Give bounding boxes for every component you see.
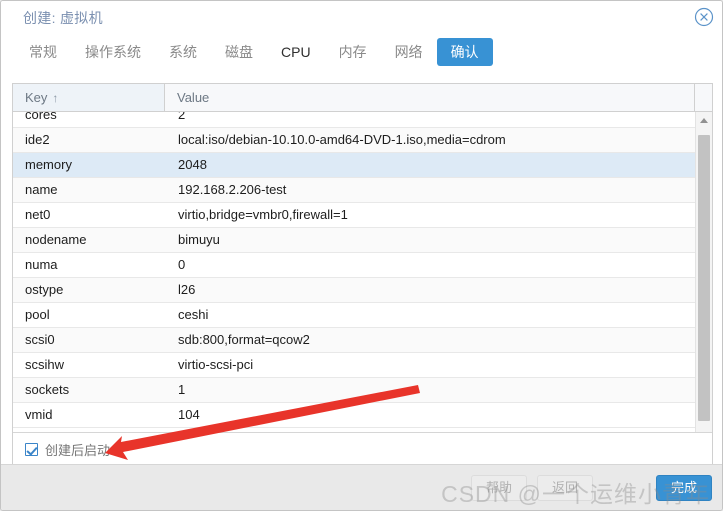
row-key: name (25, 182, 58, 197)
row-value: 104 (178, 407, 200, 422)
panel-footer-options: 创建后启动 (13, 432, 712, 464)
row-value: bimuyu (178, 232, 220, 247)
table-row[interactable]: ide2 local:iso/debian-10.10.0-amd64-DVD-… (13, 128, 695, 153)
row-key: scsi0 (25, 332, 55, 347)
row-value: 0 (178, 257, 186, 272)
row-key: ide2 (25, 132, 50, 147)
grid-rows: cores 2 ide2 local:iso/debian-10.10.0-am… (13, 112, 695, 428)
row-key: scsihw (25, 357, 65, 372)
row-key: net0 (25, 207, 51, 222)
column-header-key-label: Key (25, 90, 48, 105)
dialog-footer: 帮助 返回 完成 (1, 464, 722, 510)
row-key: vmid (25, 407, 53, 422)
create-vm-dialog: 创建: 虚拟机 常规 操作系统 系统 磁盘 CPU 内存 网络 确认 Key ↑ (0, 0, 723, 511)
close-icon[interactable] (694, 7, 714, 27)
table-row[interactable]: numa 0 (13, 253, 695, 278)
table-row[interactable]: ostype l26 (13, 278, 695, 303)
row-value: local:iso/debian-10.10.0-amd64-DVD-1.iso… (178, 132, 506, 147)
row-key: numa (25, 257, 58, 272)
row-key: ostype (25, 282, 64, 297)
tab-memory[interactable]: 内存 (325, 38, 381, 66)
tab-cpu[interactable]: CPU (267, 38, 325, 66)
tab-network[interactable]: 网络 (381, 38, 437, 66)
wizard-tabs: 常规 操作系统 系统 磁盘 CPU 内存 网络 确认 (15, 38, 493, 66)
start-after-create-label: 创建后启动 (45, 443, 111, 458)
row-value: 1 (178, 382, 186, 397)
table-row[interactable]: memory 2048 (13, 153, 695, 178)
column-header-value[interactable]: Value (165, 84, 695, 111)
table-row[interactable]: name 192.168.2.206-test (13, 178, 695, 203)
tab-confirm[interactable]: 确认 (436, 38, 493, 66)
row-value: 192.168.2.206-test (178, 182, 287, 197)
confirm-summary-panel: Key ↑ Value cores 2 ide2 local:iso/debian… (12, 83, 713, 465)
row-key: cores (25, 112, 57, 122)
grid-vertical-scrollbar[interactable] (695, 112, 712, 464)
table-row[interactable]: net0 virtio,bridge=vmbr0,firewall=1 (13, 203, 695, 228)
grid-rows-viewport: cores 2 ide2 local:iso/debian-10.10.0-am… (13, 112, 695, 464)
grid-header: Key ↑ Value (13, 84, 712, 112)
start-after-create-checkbox[interactable]: 创建后启动 (25, 440, 110, 459)
row-value: virtio-scsi-pci (178, 357, 254, 372)
row-value: sdb:800,format=qcow2 (178, 332, 310, 347)
dialog-title: 创建: 虚拟机 (23, 10, 103, 26)
back-button[interactable]: 返回 (537, 475, 594, 501)
table-row[interactable]: cores 2 (13, 112, 695, 128)
table-row[interactable]: vmid 104 (13, 403, 695, 428)
tab-general[interactable]: 常规 (15, 38, 71, 66)
table-row[interactable]: pool ceshi (13, 303, 695, 328)
table-row[interactable]: scsihw virtio-scsi-pci (13, 353, 695, 378)
row-key: nodename (25, 232, 87, 247)
row-key: memory (25, 157, 72, 172)
column-header-value-label: Value (177, 90, 210, 105)
column-header-key[interactable]: Key ↑ (13, 84, 165, 111)
tab-os[interactable]: 操作系统 (71, 38, 155, 66)
scrollbar-thumb[interactable] (698, 135, 710, 421)
column-header-filler (695, 84, 712, 111)
row-key: pool (25, 307, 50, 322)
table-row[interactable]: nodename bimuyu (13, 228, 695, 253)
tab-system[interactable]: 系统 (155, 38, 211, 66)
table-row[interactable]: sockets 1 (13, 378, 695, 403)
tab-disks[interactable]: 磁盘 (211, 38, 267, 66)
checkbox-checked-icon (25, 443, 38, 456)
finish-button[interactable]: 完成 (656, 475, 712, 501)
scroll-up-icon[interactable] (696, 112, 712, 128)
row-value: 2048 (178, 157, 207, 172)
help-button[interactable]: 帮助 (471, 475, 528, 501)
row-key: sockets (25, 382, 70, 397)
row-value: virtio,bridge=vmbr0,firewall=1 (178, 207, 348, 222)
dialog-titlebar: 创建: 虚拟机 (1, 1, 722, 33)
table-row[interactable]: scsi0 sdb:800,format=qcow2 (13, 328, 695, 353)
wizard-tabbar: 常规 操作系统 系统 磁盘 CPU 内存 网络 确认 (1, 33, 722, 73)
row-value: l26 (178, 282, 196, 297)
row-value: 2 (178, 112, 186, 122)
row-value: ceshi (178, 307, 209, 322)
sort-ascending-icon: ↑ (52, 91, 59, 105)
